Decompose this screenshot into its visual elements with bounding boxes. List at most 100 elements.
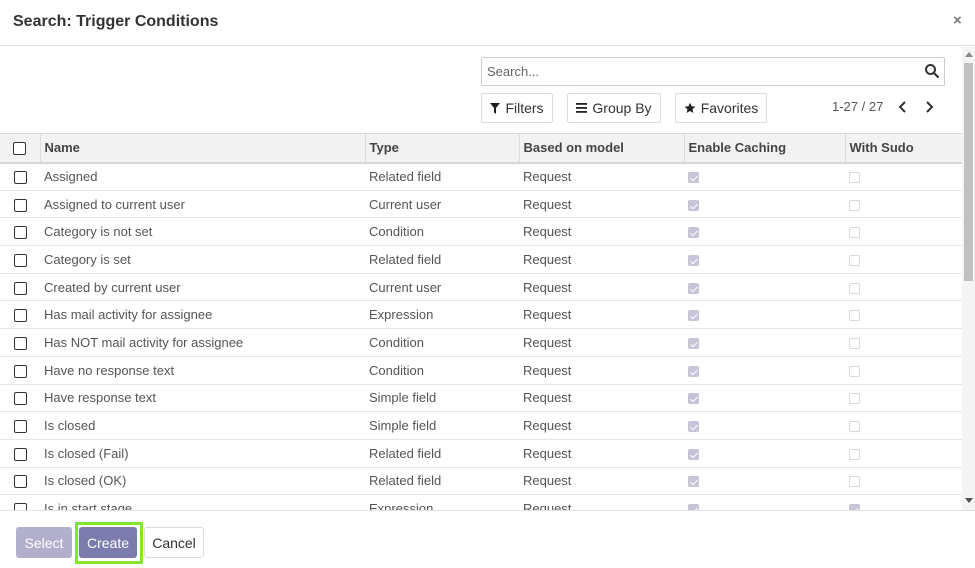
cell-caching: [684, 218, 845, 246]
cell-model[interactable]: Request: [519, 301, 684, 329]
cell-model[interactable]: Request: [519, 467, 684, 495]
cell-model[interactable]: Request: [519, 246, 684, 274]
row-checkbox[interactable]: [13, 447, 27, 461]
cell-name[interactable]: Assigned to current user: [40, 190, 365, 218]
chevron-left-icon[interactable]: [896, 99, 910, 115]
select-all-checkbox[interactable]: [13, 142, 27, 156]
row-checkbox[interactable]: [13, 171, 27, 185]
cell-name[interactable]: Is in start stage: [40, 495, 365, 510]
cell-model[interactable]: Request: [519, 384, 684, 412]
with-sudo-checkbox: [849, 476, 860, 488]
cell-sudo: [845, 467, 962, 495]
column-header-type[interactable]: Type: [364, 133, 519, 163]
cell-type[interactable]: Related field: [365, 467, 519, 495]
table-row[interactable]: Have response text Simple field Request: [0, 384, 962, 412]
row-checkbox[interactable]: [13, 503, 27, 510]
cell-caching: [684, 495, 845, 510]
cell-type[interactable]: Condition: [365, 356, 519, 384]
with-sudo-checkbox: [849, 421, 860, 433]
column-header-sudo[interactable]: With Sudo: [844, 133, 962, 163]
cell-model[interactable]: Request: [519, 218, 684, 246]
cell-name[interactable]: Category is not set: [40, 218, 365, 246]
row-checkbox[interactable]: [13, 475, 27, 489]
table-row[interactable]: Have no response text Condition Request: [0, 356, 962, 384]
row-checkbox[interactable]: [13, 337, 27, 350]
scroll-down-arrow-icon[interactable]: [965, 498, 973, 503]
row-checkbox[interactable]: [13, 364, 27, 378]
cell-sudo: [845, 190, 962, 218]
enable-caching-checkbox: [688, 476, 699, 488]
row-checkbox[interactable]: [13, 392, 27, 406]
filters-button[interactable]: Filters: [481, 93, 553, 123]
table-row[interactable]: Category is set Related field Request: [0, 246, 962, 274]
pager-value[interactable]: 1-27 / 27: [832, 99, 883, 114]
cell-model[interactable]: Request: [519, 163, 684, 191]
close-icon[interactable]: ×: [953, 12, 962, 29]
chevron-right-icon[interactable]: [922, 99, 936, 115]
results-table: Name Type Based on model Enable Caching …: [0, 133, 962, 510]
cell-model[interactable]: Request: [519, 439, 684, 467]
table-row[interactable]: Created by current user Current user Reque…: [0, 273, 962, 301]
cell-type[interactable]: Current user: [365, 190, 519, 218]
cell-type[interactable]: Current user: [365, 273, 519, 301]
cell-type[interactable]: Simple field: [365, 384, 519, 412]
cell-type[interactable]: Related field: [365, 163, 519, 191]
scroll-up-arrow-icon[interactable]: [965, 52, 973, 57]
cell-type[interactable]: Simple field: [365, 412, 519, 440]
search-input[interactable]: [487, 64, 917, 79]
cell-type[interactable]: Condition: [365, 329, 519, 357]
cell-name[interactable]: Category is set: [40, 246, 365, 274]
group-by-button[interactable]: Group By: [567, 93, 661, 123]
table-row[interactable]: Is closed (OK) Related field Request: [0, 467, 962, 495]
with-sudo-checkbox: [849, 393, 860, 405]
search-icon[interactable]: [924, 63, 940, 79]
cell-name[interactable]: Has NOT mail activity for assignee: [40, 329, 365, 357]
cell-model[interactable]: Request: [519, 356, 684, 384]
cell-name[interactable]: Is closed (OK): [40, 467, 365, 495]
row-select-cell: [0, 495, 40, 510]
cell-name[interactable]: Assigned: [40, 163, 365, 191]
cell-caching: [684, 301, 845, 329]
favorites-button[interactable]: Favorites: [675, 93, 767, 123]
table-row[interactable]: Is closed Simple field Request: [0, 412, 962, 440]
table-row[interactable]: Assigned Related field Request: [0, 163, 962, 191]
cell-name[interactable]: Has mail activity for assignee: [40, 301, 365, 329]
create-button[interactable]: Create: [79, 527, 137, 558]
cell-model[interactable]: Request: [519, 495, 684, 510]
table-row[interactable]: Assigned to current user Current user Requ…: [0, 190, 962, 218]
cell-type[interactable]: Expression: [365, 301, 519, 329]
cell-name[interactable]: Is closed: [40, 412, 365, 440]
vertical-scrollbar[interactable]: [962, 47, 975, 510]
row-checkbox[interactable]: [13, 309, 27, 323]
row-select-cell: [0, 218, 40, 246]
row-checkbox[interactable]: [13, 420, 27, 434]
dialog-header: Search: Trigger Conditions ×: [0, 0, 975, 46]
select-button[interactable]: Select: [16, 527, 72, 558]
cell-name[interactable]: Is closed (Fail): [40, 439, 365, 467]
scroll-thumb[interactable]: [964, 63, 973, 281]
cell-type[interactable]: Expression: [365, 495, 519, 510]
table-row[interactable]: Category is not set Condition Request: [0, 218, 962, 246]
row-checkbox[interactable]: [13, 226, 27, 240]
cell-model[interactable]: Request: [519, 190, 684, 218]
cell-type[interactable]: Related field: [365, 246, 519, 274]
table-row[interactable]: Is in start stage Expression Request: [0, 495, 962, 510]
cell-name[interactable]: Created by current user: [40, 273, 365, 301]
column-header-caching[interactable]: Enable Caching: [683, 133, 845, 163]
cell-name[interactable]: Have no response text: [40, 356, 365, 384]
row-checkbox[interactable]: [13, 198, 27, 212]
column-header-model[interactable]: Based on model: [518, 133, 684, 163]
cell-model[interactable]: Request: [519, 412, 684, 440]
cell-model[interactable]: Request: [519, 273, 684, 301]
cell-type[interactable]: Related field: [365, 439, 519, 467]
table-row[interactable]: Has mail activity for assignee Expression…: [0, 301, 962, 329]
table-row[interactable]: Has NOT mail activity for assignee Condit…: [0, 329, 962, 357]
cancel-button[interactable]: Cancel: [144, 527, 204, 558]
cell-model[interactable]: Request: [519, 329, 684, 357]
table-row[interactable]: Is closed (Fail) Related field Request: [0, 439, 962, 468]
cell-type[interactable]: Condition: [365, 218, 519, 246]
column-header-name[interactable]: Name: [39, 133, 365, 163]
cell-name[interactable]: Have response text: [40, 384, 365, 412]
row-checkbox[interactable]: [13, 281, 27, 295]
row-checkbox[interactable]: [13, 253, 27, 267]
